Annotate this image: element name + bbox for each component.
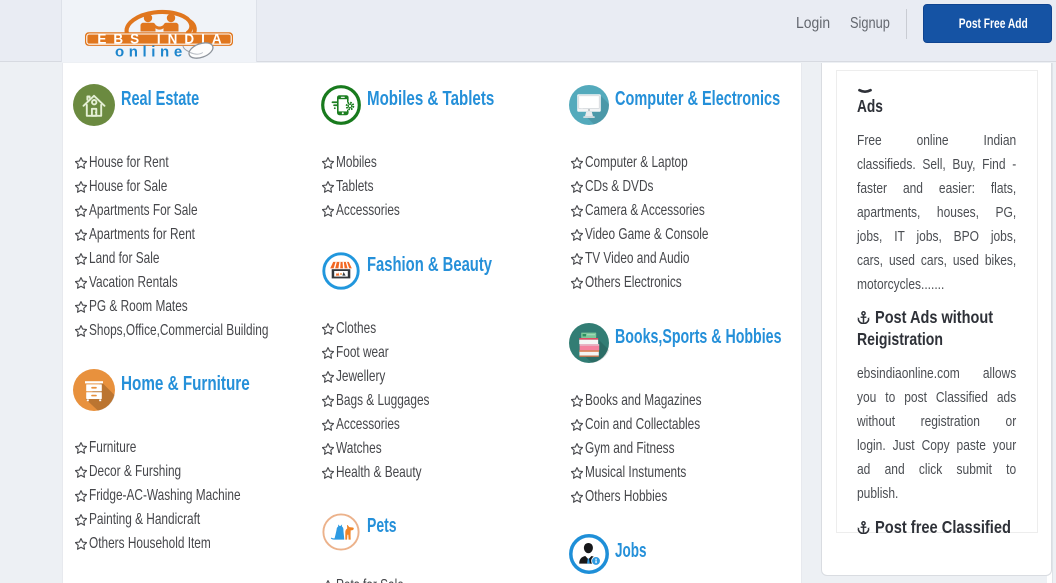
svg-text:online: online bbox=[115, 44, 187, 61]
